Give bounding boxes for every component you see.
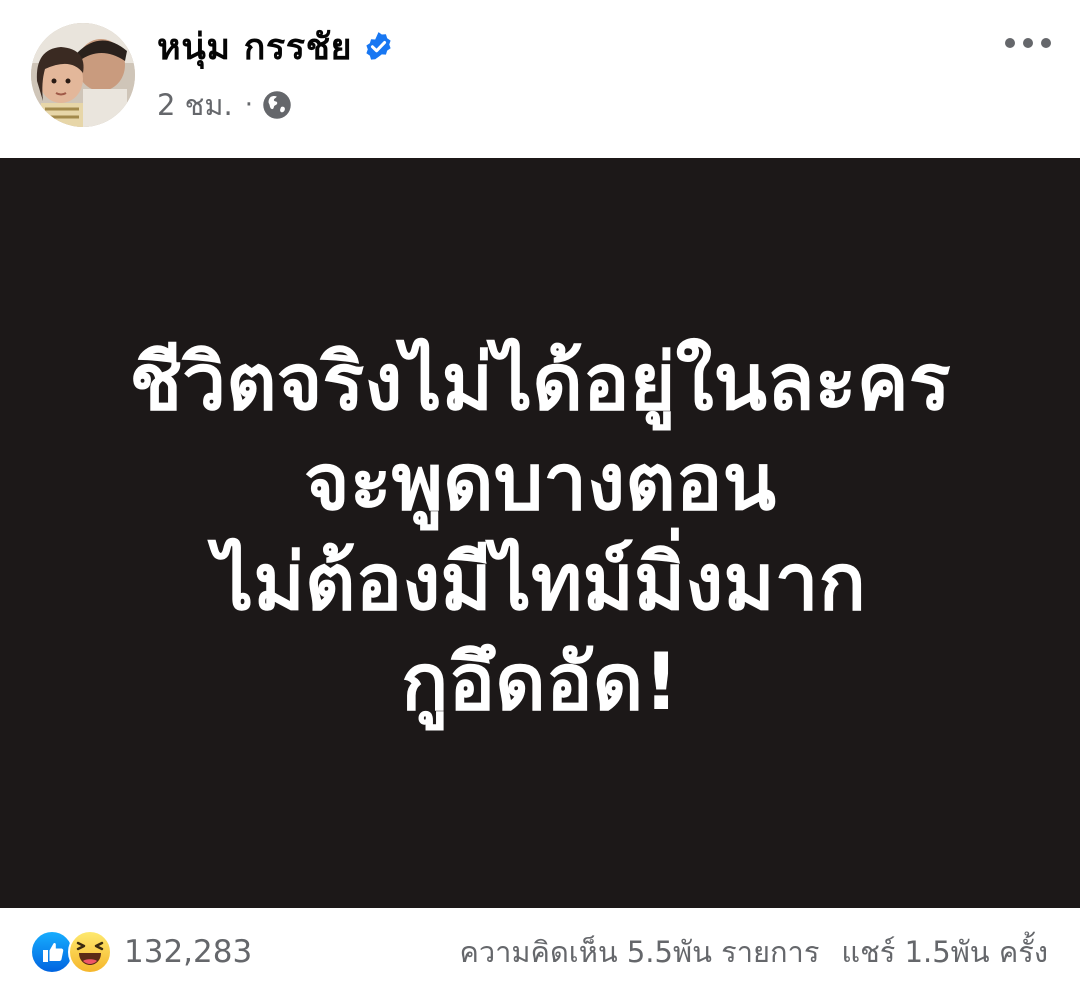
image-text-line: กูอึดอัด! bbox=[401, 638, 679, 728]
image-text-line: ไม่ต้องมีไทม์มิ่งมาก bbox=[214, 538, 866, 628]
post-timestamp[interactable]: 2 ชม. bbox=[157, 82, 233, 128]
comment-count[interactable]: ความคิดเห็น 5.5พัน รายการ bbox=[459, 929, 819, 975]
image-text-line: จะพูดบางตอน bbox=[304, 438, 776, 528]
reactions-summary[interactable]: 132,283 bbox=[30, 930, 252, 974]
share-count[interactable]: แชร์ 1.5พัน ครั้ง bbox=[841, 929, 1048, 975]
image-text-line: ชีวิตจริงไม่ได้อยู่ในละคร bbox=[129, 338, 951, 428]
author-name[interactable]: หนุ่ม กรรชัย bbox=[157, 18, 352, 75]
post-image[interactable]: ชีวิตจริงไม่ได้อยู่ในละคร จะพูดบางตอน ไม… bbox=[0, 158, 1080, 908]
post-header: หนุ่ม กรรชัย 2 ชม. · bbox=[0, 0, 1080, 158]
author-avatar[interactable] bbox=[31, 23, 135, 127]
engagement-stats: ความคิดเห็น 5.5พัน รายการ แชร์ 1.5พัน คร… bbox=[459, 930, 1048, 974]
globe-icon bbox=[263, 91, 291, 119]
meta-separator: · bbox=[244, 90, 253, 120]
more-options-icon[interactable] bbox=[1002, 30, 1054, 56]
haha-icon bbox=[68, 930, 112, 974]
reaction-count: 132,283 bbox=[124, 934, 253, 970]
post-footer: 132,283 ความคิดเห็น 5.5พัน รายการ แชร์ 1… bbox=[0, 908, 1080, 1001]
verified-badge-icon bbox=[366, 31, 391, 60]
